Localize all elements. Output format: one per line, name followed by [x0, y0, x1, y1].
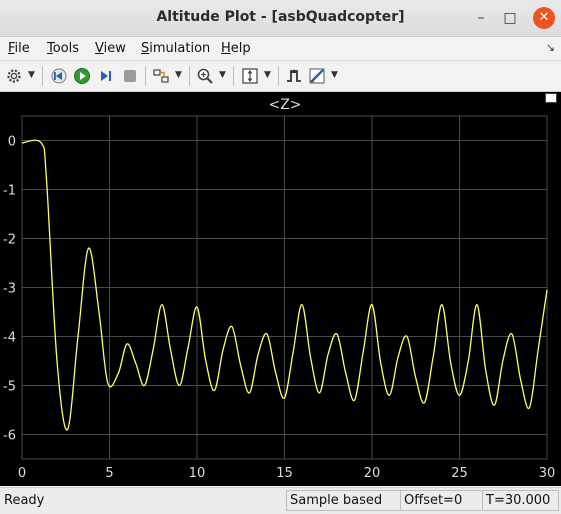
scale-axes-icon[interactable]: [241, 67, 259, 85]
x-tick-label: 0: [18, 466, 26, 481]
toolbar-separator: [145, 66, 146, 86]
chevron-down-icon[interactable]: ▼: [219, 70, 226, 80]
zoom-icon[interactable]: [196, 67, 214, 85]
status-time: T=30.000: [482, 490, 559, 511]
close-button[interactable]: ✕: [533, 7, 555, 29]
y-tick-label: -5: [3, 380, 16, 395]
toolbar-separator: [278, 66, 279, 86]
title-bar: Altitude Plot - [asbQuadcopter] – □ ✕: [0, 0, 561, 37]
run-icon[interactable]: [73, 67, 91, 85]
triggers-icon[interactable]: [285, 67, 303, 85]
x-tick-label: 15: [276, 466, 293, 481]
x-tick-label: 5: [105, 466, 113, 481]
menu-view[interactable]: View: [95, 41, 126, 56]
scope-window: Altitude Plot - [asbQuadcopter] – □ ✕ Fi…: [0, 0, 561, 514]
menu-bar: File Tools View Simulation Help ↘: [0, 37, 561, 60]
altitude-chart[interactable]: <Z> 0 5 10 15 20 25 30 0 -1 -2 -3 -4 -5 -6: [0, 92, 561, 486]
undock-icon[interactable]: [545, 93, 557, 103]
toolbar-separator: [189, 66, 190, 86]
signal-selector-icon[interactable]: [152, 67, 170, 85]
toolbar-separator: [233, 66, 234, 86]
maximize-button[interactable]: □: [499, 7, 521, 29]
measurements-icon[interactable]: [308, 67, 326, 85]
minimize-button[interactable]: –: [470, 7, 492, 29]
y-tick-label: -3: [3, 282, 16, 297]
status-state: Ready: [4, 493, 45, 508]
tick-label-layer: 0 5 10 15 20 25 30 0 -1 -2 -3 -4 -5 -6: [3, 135, 555, 482]
toolbar: ▼ ▼ ▼ ▼ ▼: [0, 60, 561, 92]
step-back-icon[interactable]: [50, 67, 68, 85]
x-tick-label: 30: [539, 466, 556, 481]
stop-icon[interactable]: [121, 67, 139, 85]
status-bar: Ready Sample based Offset=0 T=30.000: [0, 487, 561, 514]
x-tick-label: 25: [451, 466, 468, 481]
y-tick-label: -6: [3, 429, 16, 444]
chevron-down-icon[interactable]: ▼: [175, 70, 182, 80]
step-forward-icon[interactable]: [97, 67, 115, 85]
menu-simulation[interactable]: Simulation: [141, 41, 210, 56]
chevron-down-icon[interactable]: ▼: [28, 70, 35, 80]
toolbar-separator: [42, 66, 43, 86]
menu-tools[interactable]: Tools: [47, 41, 79, 56]
status-mode: Sample based: [286, 490, 401, 511]
y-tick-label: 0: [8, 135, 16, 150]
x-tick-label: 20: [364, 466, 381, 481]
x-tick-label: 10: [189, 466, 206, 481]
plot-title: <Z>: [268, 97, 301, 113]
y-tick-label: -4: [3, 331, 16, 346]
y-tick-label: -1: [3, 184, 16, 199]
menu-file[interactable]: File: [8, 41, 30, 56]
gear-icon[interactable]: [5, 67, 23, 85]
scope-display[interactable]: <Z> 0 5 10 15 20 25 30 0 -1 -2 -3 -4 -5 -6: [0, 92, 561, 486]
status-offset: Offset=0: [400, 490, 483, 511]
dock-arrow-icon[interactable]: ↘: [546, 41, 555, 54]
chevron-down-icon[interactable]: ▼: [264, 70, 271, 80]
menu-help[interactable]: Help: [221, 41, 251, 56]
grid-layer: [21, 115, 548, 460]
y-tick-label: -2: [3, 233, 16, 248]
chevron-down-icon[interactable]: ▼: [331, 70, 338, 80]
